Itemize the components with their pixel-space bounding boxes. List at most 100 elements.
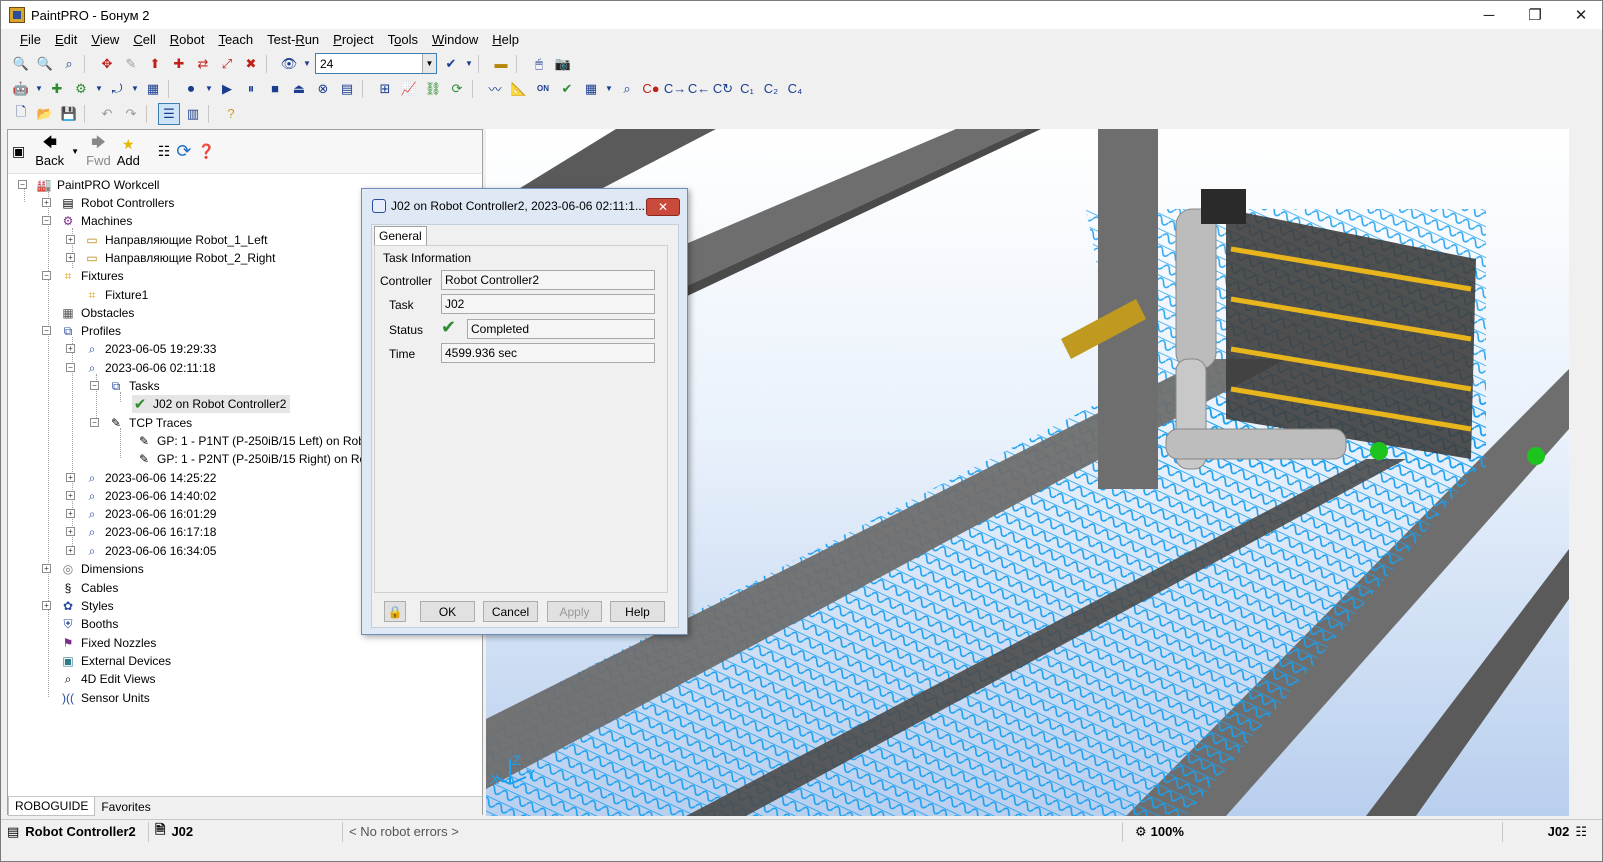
tree-item-sensor-units[interactable]: )(( Sensor Units (60, 689, 150, 707)
chevron-down-icon[interactable]: ▼ (464, 53, 474, 75)
close-window-button[interactable]: ✕ (1558, 1, 1603, 29)
tree-item-profile[interactable]: + ⌕ 2023-06-06 16:34:05 (66, 542, 216, 560)
measure-icon[interactable]: 📐 (508, 78, 530, 100)
minimize-button[interactable]: ─ (1466, 1, 1512, 29)
tree-item-profile[interactable]: + ⌕ 2023-06-05 19:29:33 (66, 340, 216, 358)
dialog-title-bar[interactable]: J02 on Robot Controller2, 2023-06-06 02:… (362, 189, 687, 223)
menu-item-teach[interactable]: Teach (211, 30, 260, 50)
expand-toggle[interactable]: + (66, 491, 75, 500)
insert-point-icon[interactable]: ⇄ (192, 53, 214, 75)
tree-item-profile[interactable]: + ⌕ 2023-06-06 14:25:22 (66, 469, 216, 487)
online-icon[interactable]: ON (532, 78, 554, 100)
help-dialog-button[interactable]: Help (610, 601, 665, 622)
tree-item-machine-right[interactable]: + ▭ Направляющие Robot_2_Right (66, 249, 275, 267)
tree-item-profile[interactable]: + ⌕ 2023-06-06 16:01:29 (66, 505, 216, 523)
open-folder-icon[interactable]: 📂 (34, 103, 56, 125)
menu-item-tools[interactable]: Tools (381, 30, 425, 50)
eject-icon[interactable]: ⏏ (288, 78, 310, 100)
chevron-down-icon[interactable]: ▼ (604, 78, 614, 100)
program-icon[interactable]: ▦ (142, 78, 164, 100)
signal-icon[interactable]: 〰 (484, 78, 506, 100)
robot-add-icon[interactable]: ✚ (46, 78, 68, 100)
tab-general[interactable]: General (374, 226, 427, 245)
chevron-down-icon[interactable]: ▼ (130, 78, 140, 100)
back-button[interactable]: 🡄 Back (35, 134, 64, 168)
expand-toggle[interactable]: + (66, 527, 75, 536)
menu-item-edit[interactable]: Edit (48, 30, 84, 50)
tree-item-trace[interactable]: ✎ GP: 1 - P2NT (P-250iB/15 Right) on Rob… (136, 450, 380, 468)
chevron-down-icon[interactable]: ▼ (94, 78, 104, 100)
view-eye-icon[interactable]: 👁 (278, 53, 300, 75)
stop-icon[interactable]: ■ (264, 78, 286, 100)
tab-favorites[interactable]: Favorites (95, 798, 156, 816)
tree-item-profile[interactable]: + ⌕ 2023-06-06 14:40:02 (66, 487, 216, 505)
c-1x-icon[interactable]: C₁ (736, 78, 758, 100)
refresh-button[interactable]: ⟳ (176, 141, 191, 161)
tree-item-styles[interactable]: + ✿ Styles (42, 597, 114, 615)
menu-item-project[interactable]: Project (326, 30, 380, 50)
help-button[interactable]: ❓ (198, 143, 215, 161)
tree-item-profile[interactable]: + ⌕ 2023-06-06 16:17:18 (66, 523, 216, 541)
tree-item-tcp-traces[interactable]: − ✎ TCP Traces (90, 414, 192, 432)
chevron-down-icon[interactable]: ▼ (34, 78, 44, 100)
robot-tool-icon[interactable]: ⚙ (70, 78, 92, 100)
new-file-icon[interactable]: 🗋 (10, 103, 32, 125)
record-icon[interactable]: ⏺ (180, 78, 202, 100)
collapse-toggle[interactable]: − (42, 326, 51, 335)
cell-browser-icon[interactable]: ☰ (158, 102, 180, 125)
ruler-icon[interactable]: ▬ (490, 53, 512, 75)
chevron-down-icon[interactable]: ▼ (70, 147, 80, 156)
abort-icon[interactable]: ⊗ (312, 78, 334, 100)
move-icon[interactable]: ✥ (96, 53, 118, 75)
expand-toggle[interactable]: + (42, 601, 51, 610)
expand-toggle[interactable]: + (42, 564, 51, 573)
graph-icon[interactable]: 📈 (398, 78, 420, 100)
chevron-down-icon[interactable]: ▼ (204, 78, 214, 100)
pause-icon[interactable]: ⏸ (240, 78, 262, 100)
tree-item-tasks[interactable]: − ⧉ Tasks (90, 377, 160, 395)
io-panel-icon[interactable]: ⊞ (374, 78, 396, 100)
tree-item-robot-controllers[interactable]: + ▤ Robot Controllers (42, 194, 174, 212)
tree-item-fixture1[interactable]: ⌗ Fixture1 (84, 286, 149, 304)
dialog-close-button[interactable]: ✕ (646, 198, 680, 216)
delete-point-icon[interactable]: ✖ (240, 53, 262, 75)
refresh-sync-icon[interactable]: ⟳ (446, 78, 468, 100)
cancel-button[interactable]: Cancel (483, 601, 538, 622)
c-4x-icon[interactable]: C₄ (784, 78, 806, 100)
c-cycle-icon[interactable]: C↻ (712, 78, 734, 100)
status-controller[interactable]: ▤ Robot Controller2 (1, 821, 149, 842)
c-forward-icon[interactable]: C→ (664, 78, 686, 100)
camera-icon[interactable]: 📷 (552, 53, 574, 75)
save-icon[interactable]: 💾 (58, 103, 80, 125)
play-icon[interactable]: ▶ (216, 78, 238, 100)
tree-item-task-selected[interactable]: ✔ J02 on Robot Controller2 (132, 395, 291, 413)
expand-toggle[interactable]: + (66, 546, 75, 555)
chevron-down-icon[interactable]: ▼ (302, 53, 312, 75)
tree-item-dimensions[interactable]: + ◎ Dimensions (42, 560, 144, 578)
collapse-toggle[interactable]: − (42, 271, 51, 280)
mouse-icon[interactable]: 🖱 (528, 53, 550, 75)
paint-gun-icon[interactable]: ✔ (440, 53, 462, 75)
menu-item-robot[interactable]: Robot (163, 30, 212, 50)
teach-point-icon[interactable]: ⬆ (144, 53, 166, 75)
chevron-down-icon[interactable]: ▼ (422, 54, 436, 73)
menu-item-cell[interactable]: Cell (126, 30, 162, 50)
collapse-toggle[interactable]: − (18, 180, 27, 189)
menu-item-view[interactable]: View (84, 30, 126, 50)
tree-item-profiles[interactable]: − ⧉ Profiles (42, 322, 121, 340)
expand-toggle[interactable]: + (66, 344, 75, 353)
tree-item-booths[interactable]: ⛨ Booths (60, 615, 118, 633)
add-point-icon[interactable]: ✚ (168, 53, 190, 75)
tree-item-external-devices[interactable]: ▣ External Devices (60, 652, 171, 670)
zoom-icon[interactable]: 🔍 (10, 53, 32, 75)
zoom-in-icon[interactable]: 🔍 (34, 53, 56, 75)
expand-toggle[interactable]: + (42, 198, 51, 207)
chart-icon[interactable]: ▥ (182, 103, 204, 125)
expand-toggle[interactable]: + (66, 473, 75, 482)
tab-roboguide[interactable]: ROBOGUIDE (8, 797, 96, 816)
menu-item-help[interactable]: Help (485, 30, 526, 50)
status-program[interactable]: 🗎 J02 (149, 821, 343, 842)
ok-button[interactable]: OK (420, 601, 475, 622)
jog-coord-icon[interactable]: ⤾ (106, 78, 128, 100)
browser-home-button[interactable]: ▣ (12, 143, 25, 161)
